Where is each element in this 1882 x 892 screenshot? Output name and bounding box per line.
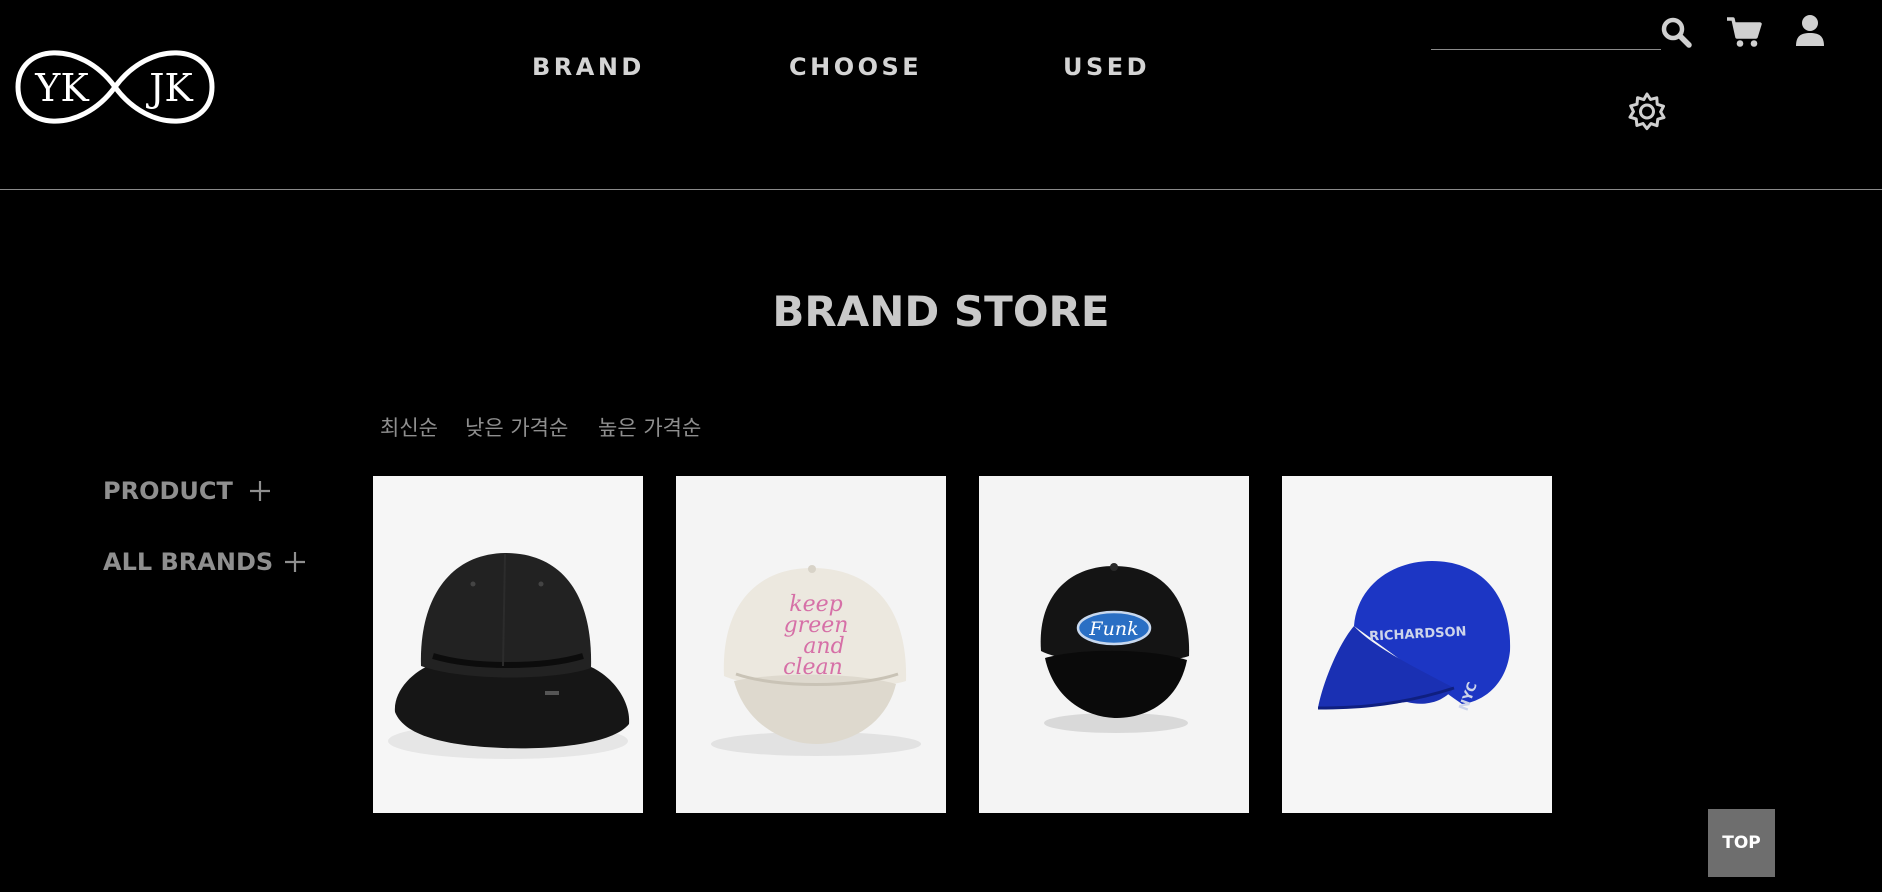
page-title: BRAND STORE — [772, 287, 1110, 336]
cart-icon[interactable] — [1726, 16, 1762, 48]
product-card[interactable]: Funk — [979, 476, 1249, 813]
plus-icon[interactable] — [283, 550, 307, 574]
filter-all-brands[interactable]: ALL BRANDS — [103, 548, 305, 576]
cap-embroidery-line4: clean — [783, 655, 843, 680]
sort-newest[interactable]: 최신순 — [380, 412, 438, 442]
gear-icon[interactable] — [1627, 91, 1667, 131]
logo-right-text: JK — [145, 66, 193, 110]
back-to-top-button[interactable]: TOP — [1708, 809, 1775, 877]
product-card[interactable]: keep green and clean — [676, 476, 946, 813]
logo-left-text: YK — [34, 66, 89, 110]
site-logo[interactable]: YK JK — [14, 44, 216, 130]
site-header: YK JK BRAND CHOOSE USED — [0, 0, 1882, 190]
search-input[interactable] — [1431, 20, 1661, 50]
filter-product[interactable]: PRODUCT — [103, 477, 270, 505]
nav-item-used[interactable]: USED — [1063, 53, 1150, 81]
sort-high-price[interactable]: 높은 가격순 — [598, 412, 701, 442]
product-image-cream-cap: keep green and clean — [676, 476, 946, 813]
product-image-black-cap: Funk — [979, 476, 1249, 813]
nav-item-brand[interactable]: BRAND — [532, 53, 645, 81]
product-card[interactable]: RICHARDSON NYC — [1282, 476, 1552, 813]
plus-icon[interactable] — [248, 479, 272, 503]
product-image-bucket-hat — [373, 476, 643, 813]
cap-patch-text: Funk — [1088, 618, 1138, 640]
user-icon[interactable] — [1795, 14, 1825, 47]
filter-product-label: PRODUCT — [103, 477, 233, 505]
filter-all-brands-label: ALL BRANDS — [103, 548, 274, 576]
nav-item-choose[interactable]: CHOOSE — [789, 53, 922, 81]
product-image-blue-cap: RICHARDSON NYC — [1282, 476, 1552, 813]
search-icon[interactable] — [1660, 16, 1692, 48]
product-card[interactable] — [373, 476, 643, 813]
sort-low-price[interactable]: 낮은 가격순 — [465, 412, 568, 442]
